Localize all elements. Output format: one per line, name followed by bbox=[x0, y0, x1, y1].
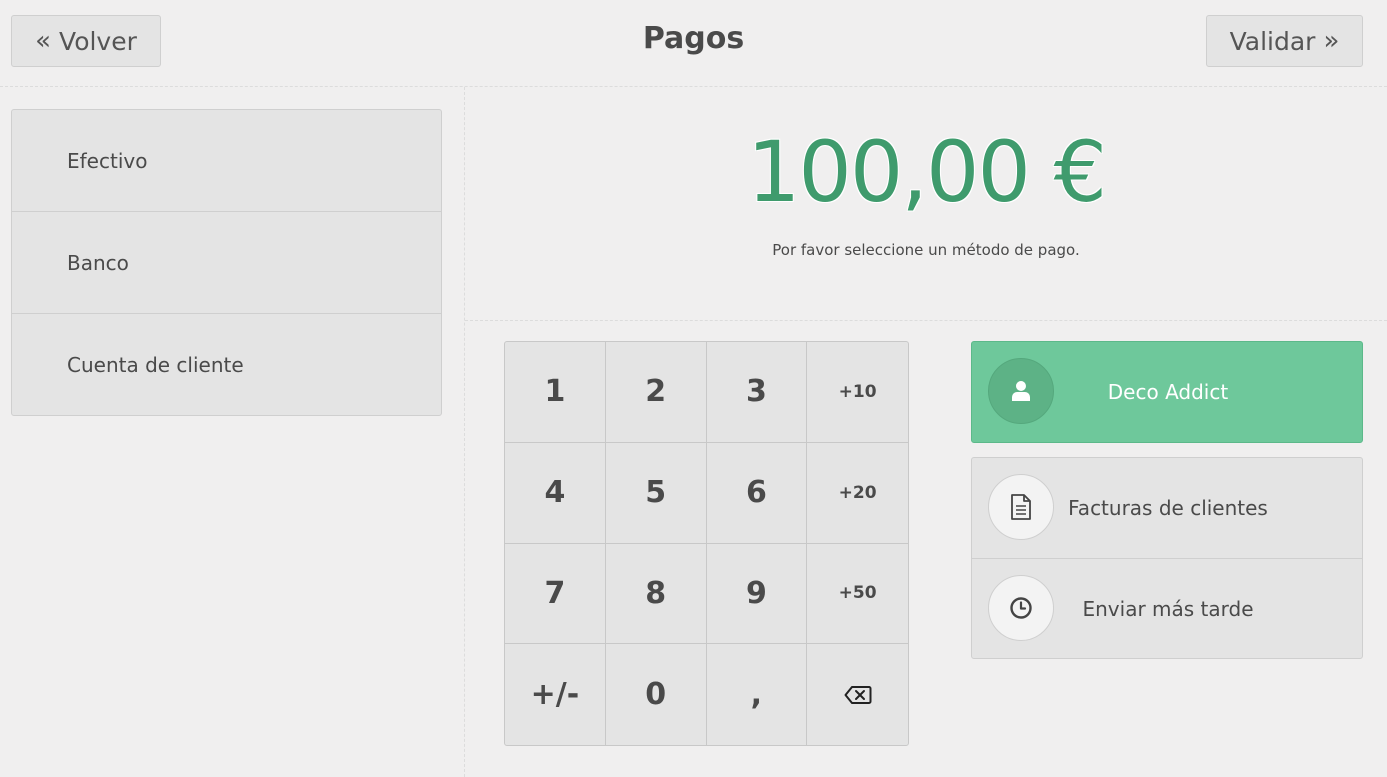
numpad-key-plus-10[interactable]: +10 bbox=[807, 342, 908, 443]
numpad-key-2[interactable]: 2 bbox=[605, 342, 707, 443]
validate-label: Validar bbox=[1229, 26, 1316, 56]
invoice-option-button[interactable]: Facturas de clientes bbox=[972, 458, 1362, 558]
backspace-icon bbox=[844, 685, 872, 704]
numpad-key-8[interactable]: 8 bbox=[605, 543, 707, 645]
numpad-key-comma[interactable]: , bbox=[707, 644, 808, 745]
numpad: 1 2 3 +10 4 5 6 +20 7 8 9 +50 +/- 0 , bbox=[504, 341, 909, 746]
payment-summary: 100,00 € Por favor seleccione un método … bbox=[465, 87, 1387, 321]
invoice-option-label: Facturas de clientes bbox=[1068, 496, 1268, 520]
send-later-option-button[interactable]: Enviar más tarde bbox=[972, 558, 1362, 658]
send-later-option-label: Enviar más tarde bbox=[1082, 597, 1254, 621]
payment-methods-pane: Efectivo Banco Cuenta de cliente bbox=[0, 87, 465, 777]
top-bar: « Volver Pagos Validar » bbox=[0, 0, 1387, 87]
numpad-key-3[interactable]: 3 bbox=[706, 342, 808, 443]
numpad-key-1[interactable]: 1 bbox=[505, 342, 606, 443]
page-title: Pagos bbox=[642, 21, 745, 56]
payment-methods-list: Efectivo Banco Cuenta de cliente bbox=[11, 109, 442, 416]
numpad-key-0[interactable]: 0 bbox=[606, 644, 707, 745]
customer-name: Deco Addict bbox=[1107, 380, 1229, 404]
numpad-key-6[interactable]: 6 bbox=[706, 442, 808, 544]
double-chevron-right-icon: » bbox=[1323, 26, 1340, 56]
validate-button[interactable]: Validar » bbox=[1206, 15, 1363, 67]
customer-button[interactable]: Deco Addict bbox=[971, 341, 1363, 443]
payment-method-efectivo[interactable]: Efectivo bbox=[12, 110, 441, 211]
numpad-key-5[interactable]: 5 bbox=[605, 442, 707, 544]
payment-options: Facturas de clientes Enviar más tarde bbox=[971, 457, 1363, 659]
numpad-backspace-button[interactable] bbox=[807, 644, 908, 745]
numpad-key-9[interactable]: 9 bbox=[706, 543, 808, 645]
payment-hint: Por favor seleccione un método de pago. bbox=[772, 241, 1080, 259]
numpad-key-plus-20[interactable]: +20 bbox=[807, 443, 908, 544]
numpad-key-plus-50[interactable]: +50 bbox=[807, 544, 908, 645]
payment-method-cuenta-cliente[interactable]: Cuenta de cliente bbox=[12, 313, 441, 415]
numpad-key-plus-minus[interactable]: +/- bbox=[505, 644, 606, 745]
payment-method-banco[interactable]: Banco bbox=[12, 211, 441, 313]
numpad-key-7[interactable]: 7 bbox=[505, 543, 606, 645]
total-amount: 100,00 € bbox=[746, 123, 1107, 221]
numpad-key-4[interactable]: 4 bbox=[505, 442, 606, 544]
